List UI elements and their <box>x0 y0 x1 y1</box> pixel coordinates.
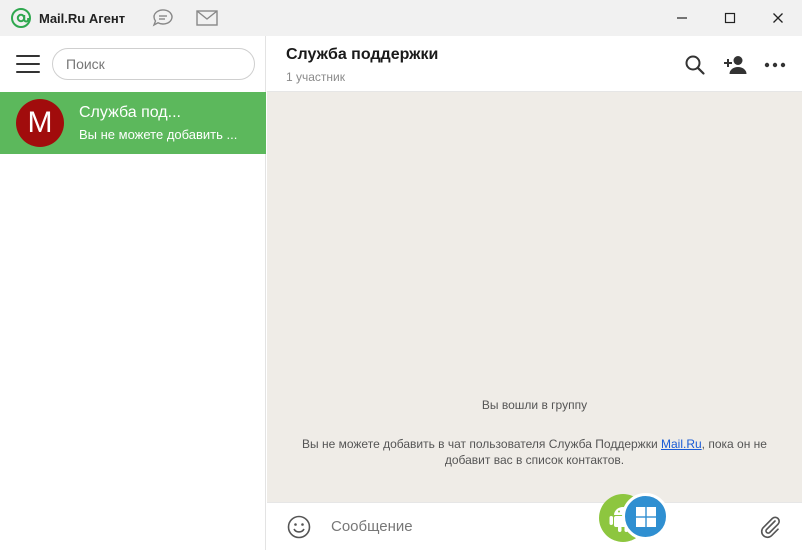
window-controls <box>658 0 802 36</box>
minimize-icon[interactable] <box>658 0 706 36</box>
participant-count: 1 участник <box>286 70 346 84</box>
conversation-header: Служба поддержки 1 участник <box>267 36 802 92</box>
envelope-icon[interactable] <box>195 8 219 28</box>
hamburger-icon[interactable] <box>16 55 40 73</box>
more-icon[interactable] <box>762 52 788 78</box>
windows-icon <box>622 493 669 540</box>
app-title: Mail.Ru Агент <box>39 10 126 26</box>
avatar: M <box>16 99 64 147</box>
chat-list-item[interactable]: M Служба под... Вы не можете добавить ..… <box>0 92 266 154</box>
contacts-pane: M Служба под... Вы не можете добавить ..… <box>0 36 266 550</box>
paperclip-icon[interactable] <box>758 515 782 539</box>
chat-item-name: Служба под... <box>79 104 181 121</box>
at-logo-icon <box>11 8 31 28</box>
header-actions <box>668 52 788 78</box>
title-bar: Mail.Ru Агент <box>0 0 802 36</box>
message-input[interactable] <box>331 511 581 542</box>
chat-bubble-icon[interactable] <box>151 8 175 28</box>
search-input[interactable] <box>52 48 255 80</box>
chat-item-texts: Служба под... Вы не можете добавить ... <box>79 104 251 142</box>
maximize-icon[interactable] <box>706 0 754 36</box>
conversation-title: Служба поддержки <box>286 46 439 63</box>
chat-item-preview: Вы не можете добавить ... <box>79 127 238 142</box>
notice-text-before: Вы не можете добавить в чат пользователя… <box>302 437 661 451</box>
system-message-joined: Вы вошли в группу <box>481 398 588 412</box>
message-area: Вы вошли в группу Вы не можете добавить … <box>267 92 802 502</box>
system-message-notice: Вы не можете добавить в чат пользователя… <box>267 436 802 468</box>
contacts-header <box>0 36 265 92</box>
message-composer <box>267 502 802 550</box>
conversation-pane: Служба поддержки 1 участник Вы вошли в г… <box>267 36 802 550</box>
close-icon[interactable] <box>754 0 802 36</box>
mailru-link[interactable]: Mail.Ru <box>661 437 702 451</box>
search-icon[interactable] <box>682 52 708 78</box>
add-user-icon[interactable] <box>722 52 748 78</box>
smiley-icon[interactable] <box>287 515 311 539</box>
